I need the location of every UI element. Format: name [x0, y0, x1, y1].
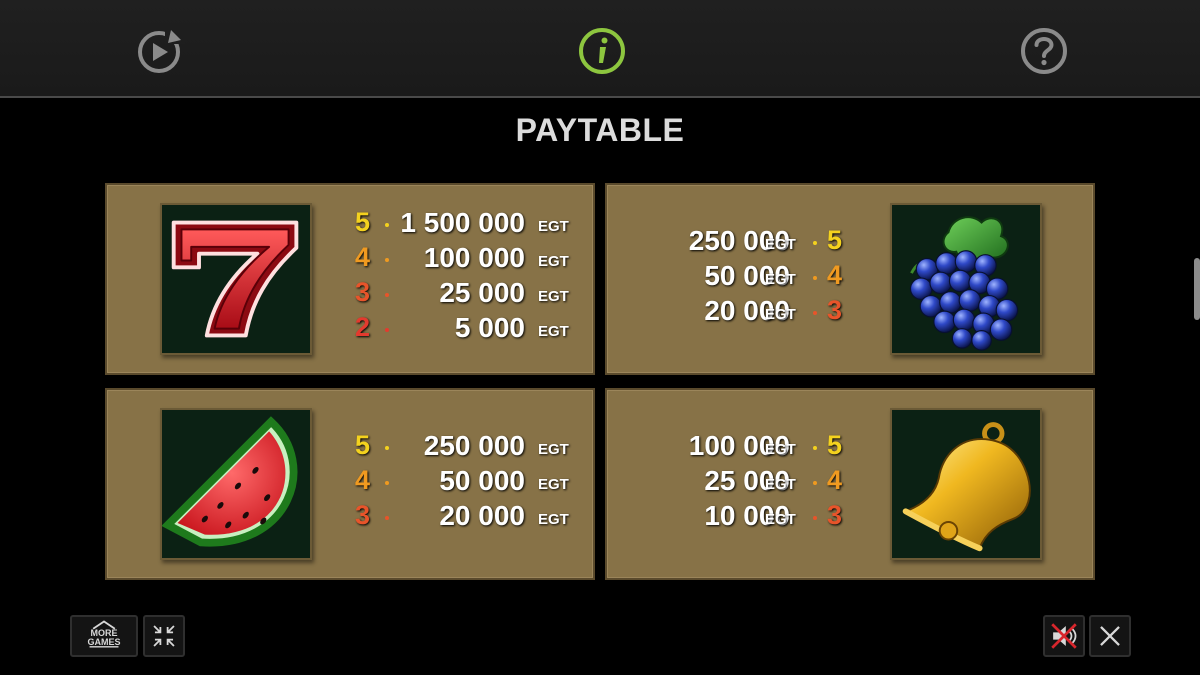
dot-marker: [385, 293, 389, 297]
paytable-panel-watermelon: 5 250 000 EGT 4 50 000 EGT 3 20 000 EGT: [105, 388, 595, 580]
more-games-button[interactable]: MORE GAMES: [70, 615, 138, 657]
symbol-count: 5: [355, 430, 371, 460]
pay-amount: 100 000: [423, 242, 525, 273]
close-icon: [1100, 626, 1120, 646]
pay-row: 2 5 000 EGT: [355, 312, 585, 347]
currency-label: EGT: [765, 236, 796, 253]
page-title: PAYTABLE: [515, 112, 685, 148]
pay-row: 20 000 EGT 3: [645, 295, 875, 330]
symbol-count: 4: [355, 242, 371, 272]
currency-label: EGT: [538, 511, 569, 528]
bell-icon: [902, 422, 1031, 552]
replay-icon[interactable]: [135, 26, 185, 76]
symbol-count: 5: [827, 225, 843, 255]
symbol-seven: [160, 203, 312, 355]
dot-marker: [813, 516, 817, 520]
pay-amount: 1 500 000: [400, 207, 525, 238]
dot-marker: [385, 446, 389, 450]
pay-list: 250 000 EGT 5 50 000 EGT 4 20 000 EGT 3: [645, 225, 875, 330]
dot-marker: [813, 446, 817, 450]
dot-marker: [813, 276, 817, 280]
paytable-panel-seven: 5 1 500 000 EGT 4 100 000 EGT 3 25 000 E…: [105, 183, 595, 375]
currency-label: EGT: [538, 218, 569, 235]
symbol-count: 5: [827, 430, 843, 460]
pay-row: 10 000 EGT 3: [645, 500, 875, 535]
pay-amount: 250 000: [423, 430, 525, 461]
pay-amount: 50 000: [439, 465, 525, 496]
symbol-grapes: [890, 203, 1042, 355]
currency-label: EGT: [538, 288, 569, 305]
dot-marker: [385, 258, 389, 262]
dot-marker: [385, 328, 389, 332]
grapes-icon: [909, 216, 1019, 351]
symbol-count: 3: [827, 295, 843, 325]
more-games-line2: GAMES: [87, 637, 121, 647]
currency-label: EGT: [538, 476, 569, 493]
symbol-count: 4: [827, 465, 843, 495]
symbol-count: 4: [355, 465, 371, 495]
more-games-label: MORE GAMES: [72, 629, 136, 647]
pay-row: 100 000 EGT 5: [645, 430, 875, 465]
currency-label: EGT: [765, 511, 796, 528]
pay-row: 5 1 500 000 EGT: [355, 207, 585, 242]
currency-label: EGT: [765, 476, 796, 493]
info-icon[interactable]: [577, 26, 627, 76]
dot-marker: [813, 241, 817, 245]
symbol-count: 4: [827, 260, 843, 290]
currency-label: EGT: [538, 323, 569, 340]
collapse-button[interactable]: [143, 615, 185, 657]
symbol-watermelon: [160, 408, 312, 560]
currency-label: EGT: [765, 441, 796, 458]
dot-marker: [385, 516, 389, 520]
top-bar: [0, 0, 1200, 98]
collapse-icon: [153, 625, 175, 647]
symbol-count: 2: [355, 312, 371, 342]
pay-row: 25 000 EGT 4: [645, 465, 875, 500]
currency-label: EGT: [765, 306, 796, 323]
pay-list: 5 250 000 EGT 4 50 000 EGT 3 20 000 EGT: [355, 430, 585, 535]
pay-amount: 20 000: [439, 500, 525, 531]
sound-toggle-button[interactable]: [1043, 615, 1085, 657]
currency-label: EGT: [538, 253, 569, 270]
close-button[interactable]: [1089, 615, 1131, 657]
symbol-count: 3: [355, 277, 371, 307]
pay-row: 3 25 000 EGT: [355, 277, 585, 312]
pay-row: 50 000 EGT 4: [645, 260, 875, 295]
dot-marker: [385, 223, 389, 227]
currency-label: EGT: [538, 441, 569, 458]
paytable-panel-grapes: 250 000 EGT 5 50 000 EGT 4 20 000 EGT 3: [605, 183, 1095, 375]
symbol-count: 3: [355, 500, 371, 530]
pay-row: 5 250 000 EGT: [355, 430, 585, 465]
watermelon-icon: [162, 416, 298, 547]
dot-marker: [813, 311, 817, 315]
dot-marker: [385, 481, 389, 485]
symbol-count: 5: [355, 207, 371, 237]
sound-muted-icon: [1051, 623, 1077, 649]
pay-amount: 5 000: [454, 312, 525, 343]
seven-icon: [171, 220, 299, 338]
pay-amount: 25 000: [439, 277, 525, 308]
pay-row: 250 000 EGT 5: [645, 225, 875, 260]
pay-row: 3 20 000 EGT: [355, 500, 585, 535]
pay-row: 4 100 000 EGT: [355, 242, 585, 277]
pay-list: 100 000 EGT 5 25 000 EGT 4 10 000 EGT 3: [645, 430, 875, 535]
currency-label: EGT: [765, 271, 796, 288]
pay-row: 4 50 000 EGT: [355, 465, 585, 500]
dot-marker: [813, 481, 817, 485]
symbol-bell: [890, 408, 1042, 560]
paytable-panel-bell: 100 000 EGT 5 25 000 EGT 4 10 000 EGT 3: [605, 388, 1095, 580]
pay-list: 5 1 500 000 EGT 4 100 000 EGT 3 25 000 E…: [355, 207, 585, 347]
scrollbar[interactable]: [1194, 258, 1200, 320]
symbol-count: 3: [827, 500, 843, 530]
help-icon[interactable]: [1019, 26, 1069, 76]
